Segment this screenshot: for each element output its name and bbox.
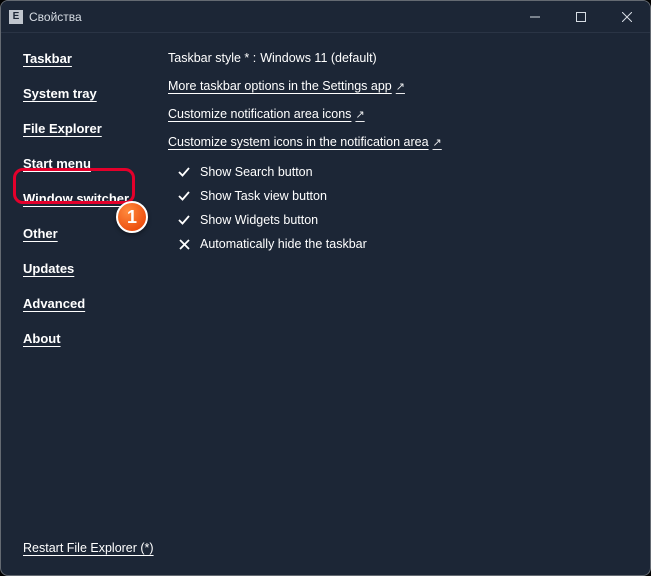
window-controls xyxy=(512,1,650,32)
link-label: More taskbar options in the Settings app xyxy=(168,79,392,93)
app-icon: E xyxy=(9,10,23,24)
footer: Restart File Explorer (*) xyxy=(23,539,154,557)
external-link-icon: ↗ xyxy=(355,108,364,121)
check-icon xyxy=(178,190,190,202)
link-label: Customize notification area icons xyxy=(168,107,351,121)
link-label: Customize system icons in the notificati… xyxy=(168,135,429,149)
taskbar-style-label: Taskbar style * : xyxy=(168,51,256,65)
option-show-task-view-button[interactable]: Show Task view button xyxy=(178,189,634,203)
titlebar: E Свойства xyxy=(1,1,650,33)
sidebar-item-about[interactable]: About xyxy=(23,331,61,346)
option-show-widgets-button[interactable]: Show Widgets button xyxy=(178,213,634,227)
option-show-search-button[interactable]: Show Search button xyxy=(178,165,634,179)
sidebar-item-other[interactable]: Other xyxy=(23,226,58,241)
content-panel: Taskbar style * : Windows 11 (default) M… xyxy=(156,33,650,575)
check-icon xyxy=(178,166,190,178)
sidebar-item-start-menu[interactable]: Start menu xyxy=(23,156,91,171)
window-title: Свойства xyxy=(29,10,82,24)
properties-window: E Свойства Taskbar System tray File Expl… xyxy=(0,0,651,576)
close-button[interactable] xyxy=(604,1,650,32)
sidebar-item-updates[interactable]: Updates xyxy=(23,261,74,276)
option-label: Show Task view button xyxy=(200,189,327,203)
window-body: Taskbar System tray File Explorer Start … xyxy=(1,33,650,575)
sidebar-item-advanced[interactable]: Advanced xyxy=(23,296,85,311)
taskbar-style-value: Windows 11 (default) xyxy=(260,51,377,65)
sidebar-item-file-explorer[interactable]: File Explorer xyxy=(23,121,102,136)
sidebar-item-system-tray[interactable]: System tray xyxy=(23,86,97,101)
minimize-button[interactable] xyxy=(512,1,558,32)
option-label: Automatically hide the taskbar xyxy=(200,237,367,251)
external-link-icon: ↗ xyxy=(396,80,405,93)
option-label: Show Widgets button xyxy=(200,213,318,227)
titlebar-left: E Свойства xyxy=(9,10,82,24)
annotation-badge: 1 xyxy=(116,201,148,233)
sidebar-item-taskbar[interactable]: Taskbar xyxy=(23,51,72,66)
sidebar-item-window-switcher[interactable]: Window switcher xyxy=(23,191,129,206)
link-customize-system-icons[interactable]: Customize system icons in the notificati… xyxy=(168,135,442,149)
option-auto-hide-taskbar[interactable]: Automatically hide the taskbar xyxy=(178,237,634,251)
taskbar-style-row[interactable]: Taskbar style * : Windows 11 (default) xyxy=(168,51,634,65)
external-link-icon: ↗ xyxy=(433,136,442,149)
restart-file-explorer-link[interactable]: Restart File Explorer (*) xyxy=(23,541,154,555)
x-icon xyxy=(178,238,190,250)
sidebar: Taskbar System tray File Explorer Start … xyxy=(1,33,156,575)
check-icon xyxy=(178,214,190,226)
link-customize-notification-icons[interactable]: Customize notification area icons ↗ xyxy=(168,107,365,121)
maximize-button[interactable] xyxy=(558,1,604,32)
option-label: Show Search button xyxy=(200,165,313,179)
link-more-taskbar-options[interactable]: More taskbar options in the Settings app… xyxy=(168,79,405,93)
